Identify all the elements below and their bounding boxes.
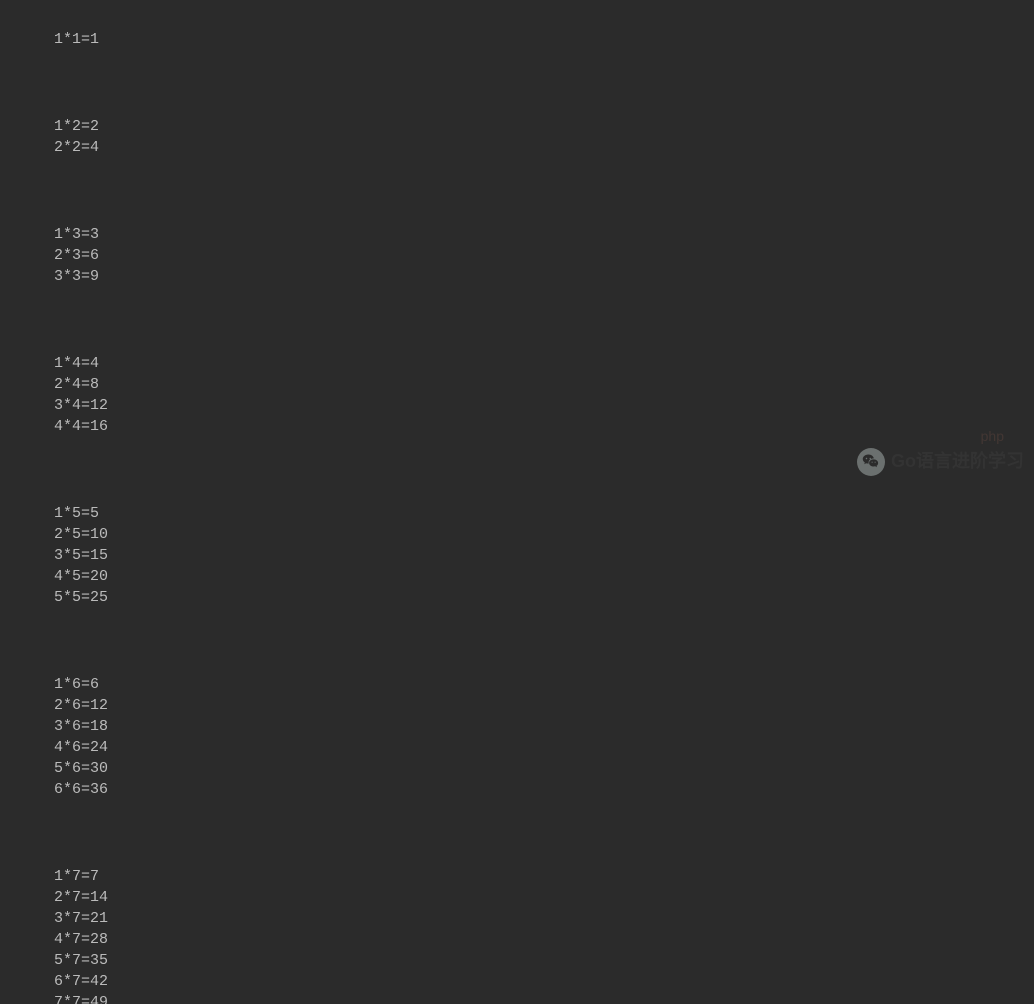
table-cell: 3*3=9	[54, 266, 116, 287]
table-row: 1*7=7 2*7=14 3*7=21 4*7=28 5*7=35 6*7=42…	[18, 845, 1016, 1004]
table-cell: 3*4=12	[54, 395, 116, 416]
table-row: 1*2=2 2*2=4	[18, 95, 1016, 179]
wechat-icon	[857, 448, 885, 476]
table-cell: 1*5=5	[54, 503, 126, 524]
table-cell: 4*6=24	[54, 737, 116, 758]
watermark-text: Go语言进阶学习	[891, 449, 1024, 474]
table-cell: 6*7=42	[54, 971, 116, 992]
table-cell: 3*6=18	[54, 716, 116, 737]
console-output: 1*1=1 1*2=2 2*2=4 1*3=3 2*3=6 3*3=9 1*4=…	[18, 8, 1016, 1004]
table-cell: 1*4=4	[54, 353, 126, 374]
table-row: 1*6=6 2*6=12 3*6=18 4*6=24 5*6=30 6*6=36	[18, 653, 1016, 821]
php-watermark: php	[981, 427, 1004, 447]
table-cell: 2*3=6	[54, 245, 126, 266]
table-cell: 5*7=35	[54, 950, 116, 971]
table-row: 1*1=1	[18, 8, 1016, 71]
table-row: 1*5=5 2*5=10 3*5=15 4*5=20 5*5=25	[18, 482, 1016, 629]
table-cell: 3*5=15	[54, 545, 116, 566]
table-cell: 2*4=8	[54, 374, 126, 395]
table-cell: 7*7=49	[54, 992, 116, 1004]
table-cell: 2*2=4	[54, 137, 116, 158]
table-cell: 2*5=10	[54, 524, 116, 545]
table-cell: 1*2=2	[54, 116, 126, 137]
table-cell: 1*6=6	[54, 674, 126, 695]
table-cell: 2*6=12	[54, 695, 116, 716]
table-cell: 2*7=14	[54, 887, 116, 908]
table-cell: 1*3=3	[54, 224, 126, 245]
table-cell: 4*7=28	[54, 929, 116, 950]
watermark: Go语言进阶学习	[857, 448, 1024, 476]
table-cell: 3*7=21	[54, 908, 116, 929]
table-cell: 4*4=16	[54, 416, 116, 437]
table-row: 1*3=3 2*3=6 3*3=9	[18, 203, 1016, 308]
table-cell: 1*1=1	[54, 29, 116, 50]
table-cell: 5*6=30	[54, 758, 116, 779]
table-row: 1*4=4 2*4=8 3*4=12 4*4=16	[18, 332, 1016, 458]
table-cell: 4*5=20	[54, 566, 116, 587]
table-cell: 5*5=25	[54, 587, 116, 608]
table-cell: 1*7=7	[54, 866, 126, 887]
table-cell: 6*6=36	[54, 779, 116, 800]
